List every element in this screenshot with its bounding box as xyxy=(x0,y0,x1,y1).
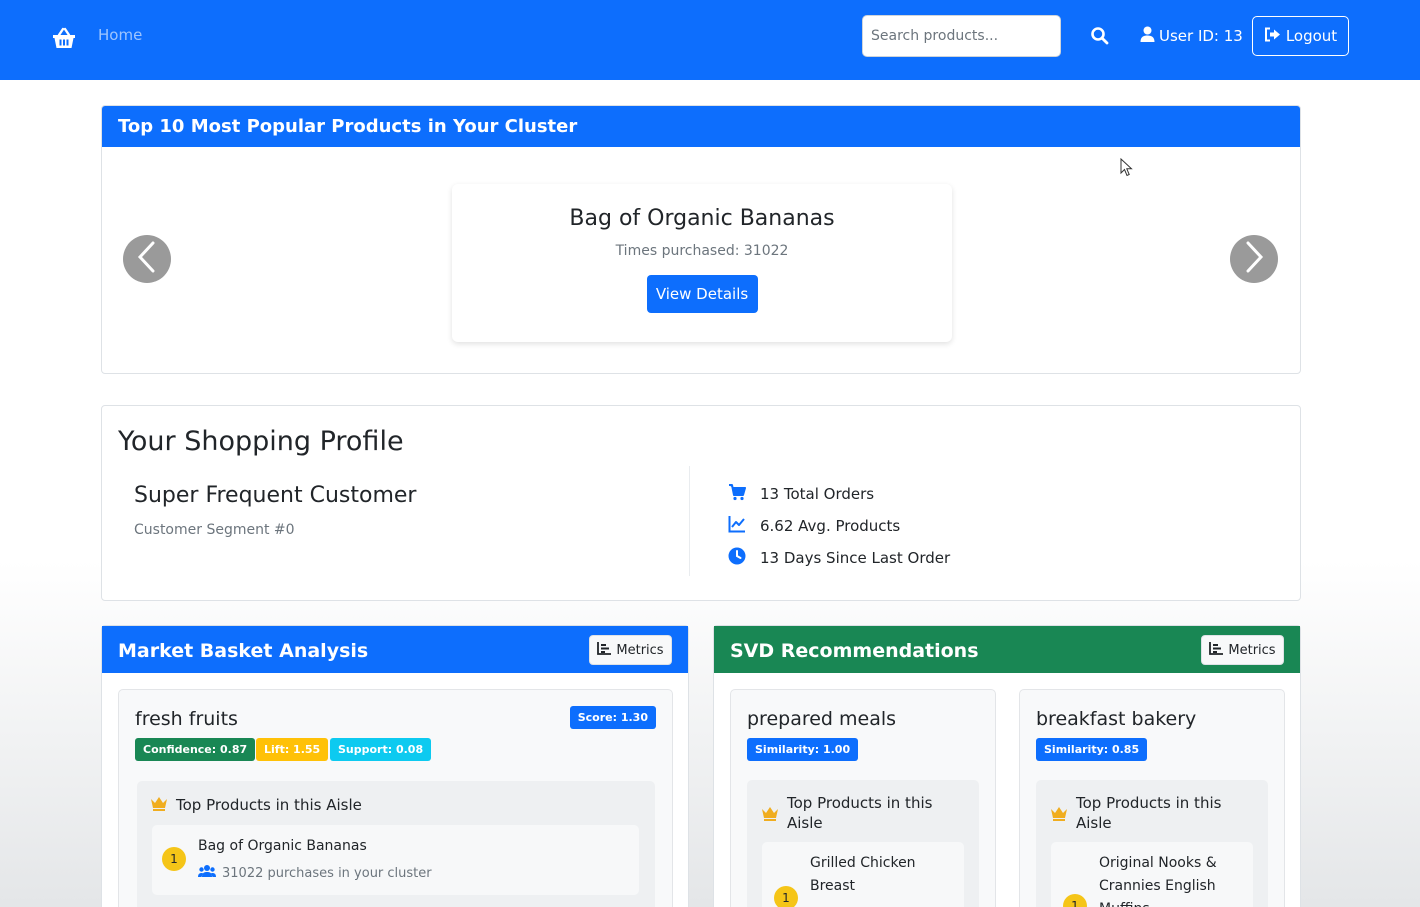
top-products-box: Top Products in this Aisle 1 Bag of Orga… xyxy=(137,781,655,907)
svd-header: SVD Recommendations Metrics xyxy=(714,626,1300,673)
aisle-card-prepared-meals: prepared meals Similarity: 1.00 Top Prod… xyxy=(730,689,996,907)
product-meta: 31022 purchases in your cluster xyxy=(198,864,432,882)
chevron-left-icon xyxy=(135,240,159,278)
carousel-prev-button[interactable] xyxy=(123,235,171,283)
crown-icon xyxy=(761,805,779,833)
chart-bar-icon xyxy=(1209,641,1224,659)
stat-avg-products: 6.62 Avg. Products xyxy=(728,515,900,537)
top-products-box: Top Products in this Aisle 1 Grilled Chi… xyxy=(747,780,979,907)
clock-icon xyxy=(728,547,746,569)
crown-icon xyxy=(150,795,168,816)
nav-home-link[interactable]: Home xyxy=(98,26,142,44)
search-icon[interactable] xyxy=(1090,26,1110,46)
similarity-badge: Similarity: 1.00 xyxy=(747,738,859,761)
aisle-name: breakfast bakery xyxy=(1036,708,1197,730)
market-basket-header: Market Basket Analysis Metrics xyxy=(102,626,688,673)
popular-products-header: Top 10 Most Popular Products in Your Clu… xyxy=(102,106,1300,147)
segment-name: Super Frequent Customer xyxy=(134,483,417,508)
chart-bar-icon xyxy=(597,641,612,659)
purchase-count: 31022 purchases in your cluster xyxy=(222,865,432,881)
cart-icon xyxy=(728,483,746,505)
product-name: Original Nooks & Crannies English Muffin… xyxy=(1099,855,1217,907)
top-products-heading: Top Products in this Aisle xyxy=(761,793,961,833)
product-name: Grilled Chicken Breast xyxy=(810,855,916,894)
top-products-title: Top Products in this Aisle xyxy=(1076,794,1222,832)
sign-out-icon xyxy=(1264,27,1281,46)
score-badge: Score: 1.30 xyxy=(569,706,656,729)
metrics-label: Metrics xyxy=(1228,642,1276,658)
stat-text: 13 Days Since Last Order xyxy=(760,549,951,567)
navbar: Home User ID: 13 Logout xyxy=(0,0,1420,80)
support-badge: Support: 0.08 xyxy=(330,738,432,761)
profile-divider xyxy=(689,466,690,576)
top-products-title: Top Products in this Aisle xyxy=(176,796,362,814)
market-basket-title: Market Basket Analysis xyxy=(118,640,369,662)
mba-metrics-button[interactable]: Metrics xyxy=(589,635,672,665)
chart-line-icon xyxy=(728,515,746,537)
stat-text: 6.62 Avg. Products xyxy=(760,517,901,535)
market-basket-card: Market Basket Analysis Metrics fresh fru… xyxy=(101,625,689,907)
aisle-name: fresh fruits xyxy=(135,708,238,730)
users-icon xyxy=(198,864,216,882)
product-title: Bag of Organic Bananas xyxy=(569,206,835,231)
aisle-name: prepared meals xyxy=(747,708,897,730)
top-product-item[interactable]: 1 Original Nooks & Crannies English Muff… xyxy=(1051,842,1253,907)
lift-badge: Lift: 1.55 xyxy=(256,738,329,761)
rank-badge: 1 xyxy=(1063,894,1087,907)
user-id-link[interactable]: User ID: 13 xyxy=(1140,26,1243,46)
user-icon xyxy=(1140,26,1155,46)
times-purchased: Times purchased: 31022 xyxy=(615,243,789,259)
shopping-profile-card: Your Shopping Profile Super Frequent Cus… xyxy=(101,405,1301,601)
basket-icon[interactable] xyxy=(50,24,78,52)
svd-recommendations-card: SVD Recommendations Metrics prepared mea… xyxy=(713,625,1301,907)
carousel-next-button[interactable] xyxy=(1230,235,1278,283)
similarity-badge: Similarity: 0.85 xyxy=(1036,738,1148,761)
aisle-card-breakfast-bakery: breakfast bakery Similarity: 0.85 Top Pr… xyxy=(1019,689,1285,907)
stat-days-since: 13 Days Since Last Order xyxy=(728,547,950,569)
search-input[interactable] xyxy=(862,15,1061,57)
profile-title: Your Shopping Profile xyxy=(118,426,404,457)
carousel-product-item: Bag of Organic Bananas Times purchased: … xyxy=(452,184,952,342)
top-product-item[interactable]: 1 Grilled Chicken Breast xyxy=(762,842,964,907)
view-details-button[interactable]: View Details xyxy=(646,275,758,313)
stat-text: 13 Total Orders xyxy=(760,485,875,503)
segment-subtitle: Customer Segment #0 xyxy=(134,522,295,538)
logout-button[interactable]: Logout xyxy=(1252,16,1349,56)
aisle-card-fresh-fruits: fresh fruits Score: 1.30 Confidence: 0.8… xyxy=(118,689,673,907)
stat-total-orders: 13 Total Orders xyxy=(728,483,874,505)
top-products-box: Top Products in this Aisle 1 Original No… xyxy=(1036,780,1268,907)
popular-products-card: Top 10 Most Popular Products in Your Clu… xyxy=(101,105,1301,374)
top-products-title: Top Products in this Aisle xyxy=(787,794,933,832)
rank-badge: 1 xyxy=(162,847,186,871)
crown-icon xyxy=(1050,805,1068,833)
product-name: Bag of Organic Bananas xyxy=(198,838,367,854)
confidence-badge: Confidence: 0.87 xyxy=(135,738,256,761)
rank-badge: 1 xyxy=(774,886,798,907)
logout-label: Logout xyxy=(1285,27,1338,45)
user-id-label: User ID: 13 xyxy=(1159,27,1243,45)
svd-metrics-button[interactable]: Metrics xyxy=(1201,635,1284,665)
svd-title: SVD Recommendations xyxy=(730,640,979,662)
chevron-right-icon xyxy=(1242,240,1266,278)
mouse-cursor-icon xyxy=(1120,157,1134,182)
top-products-heading: Top Products in this Aisle xyxy=(1050,793,1250,833)
top-product-item[interactable]: 1 Bag of Organic Bananas 31022 purchases… xyxy=(152,825,639,895)
metrics-label: Metrics xyxy=(616,642,664,658)
top-products-heading: Top Products in this Aisle xyxy=(150,795,362,816)
